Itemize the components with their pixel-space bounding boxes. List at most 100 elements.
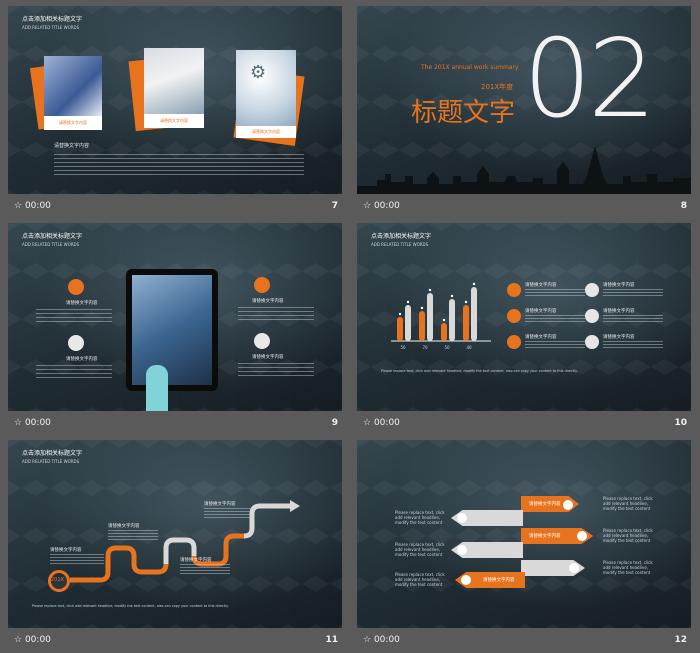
- item-label: 请替换文字内容: [603, 335, 635, 340]
- body-text: Please replace text, click add relevant …: [603, 528, 653, 543]
- slide-thumbnail-8[interactable]: The 201X annual work summary 201X年度 标题文字…: [357, 6, 691, 219]
- body-text-block: [525, 315, 585, 323]
- summary-text: The 201X annual work summary: [421, 64, 519, 71]
- body-text-block: [603, 315, 663, 323]
- chart-tick-label: 50: [400, 345, 406, 350]
- slide-canvas: 请替换文字内容 请替换文字内容 请替换文字内容 Please replace t…: [357, 440, 691, 628]
- card-label: 请替换文字内容: [236, 126, 296, 138]
- body-text-block: [603, 341, 663, 349]
- body-text-block: [525, 341, 585, 349]
- badge-icon: [457, 513, 467, 523]
- chart-tick-label: 40: [466, 345, 472, 350]
- body-text-block: [238, 363, 314, 377]
- body-text-block: [50, 554, 104, 566]
- slide-thumbnail-10[interactable]: 点击添加相关标题文字 ADD RELATED TITLE WORDS 50 70 50…: [357, 223, 691, 436]
- cup-icon: [585, 309, 599, 323]
- calendar-icon: [507, 309, 521, 323]
- photo-card-1: 请替换文字内容: [29, 56, 102, 136]
- card-label: 请替换文字内容: [44, 116, 102, 130]
- slide-number: 10: [674, 418, 687, 428]
- item-label: 请替换文字内容: [66, 357, 98, 362]
- play-icon: ☆: [363, 201, 372, 211]
- chart-tick-label: 70: [422, 345, 428, 350]
- body-text-block: [204, 508, 254, 520]
- slide-number: 11: [325, 635, 338, 645]
- clipboard-icon: [254, 333, 270, 349]
- slide-footer: ☆ 00:00 11: [8, 631, 342, 651]
- slide-number: 9: [331, 418, 338, 428]
- slide-canvas: 点击添加相关标题文字 ADD RELATED TITLE WORDS 201X 请…: [8, 440, 342, 628]
- chart-bar: [449, 299, 455, 341]
- body-text-block: [525, 289, 585, 297]
- phone-icon: [507, 283, 521, 297]
- chart-tick-label: 50: [444, 345, 450, 350]
- year-label: 201X: [51, 577, 64, 583]
- year-label: 201X年度: [481, 83, 514, 91]
- item-label: 请替换文字内容: [525, 335, 557, 340]
- chart-point: [464, 300, 468, 304]
- slide-number: 12: [674, 635, 687, 645]
- slide-thumbnail-9[interactable]: 点击添加相关标题文字 ADD RELATED TITLE WORDS 请替换文字内…: [8, 223, 342, 436]
- card-icon: [68, 279, 84, 295]
- timing: 00:00: [373, 635, 400, 645]
- business-photo: [132, 275, 212, 385]
- people-photo: [44, 56, 102, 116]
- item-label: 请替换文字内容: [252, 355, 284, 360]
- play-icon: ☆: [14, 418, 23, 428]
- photo-card-3: ⚙ 请替换文字内容: [230, 50, 305, 146]
- photo-card-2: 请替换文字内容: [128, 48, 208, 138]
- item-label: 请替换文字内容: [603, 309, 635, 314]
- chart-point: [472, 282, 476, 286]
- item-label: 请替换文字内容: [108, 524, 140, 529]
- item-label: 请替换文字内容: [204, 502, 236, 507]
- play-icon: ☆: [363, 418, 372, 428]
- slide-thumbnail-12[interactable]: 请替换文字内容 请替换文字内容 请替换文字内容 Please replace t…: [357, 440, 691, 653]
- item-label: 请替换文字内容: [66, 301, 98, 306]
- slide-number: 7: [331, 201, 338, 211]
- chart-bar: [471, 287, 477, 341]
- item-label: 请替换文字内容: [180, 558, 212, 563]
- play-icon: ☆: [14, 635, 23, 645]
- chart-bar: [463, 305, 469, 341]
- item-label: 请替换文字内容: [252, 299, 284, 304]
- abc-icon: [461, 575, 471, 585]
- slide-title: 点击添加相关标题文字 ADD RELATED TITLE WORDS: [22, 233, 83, 247]
- section-heading: 标题文字: [411, 98, 516, 128]
- play-icon: ☆: [363, 635, 372, 645]
- body-text-block: [36, 365, 112, 379]
- hand-icon: [146, 365, 168, 411]
- slide-footer: ☆ 00:00 9: [8, 414, 342, 434]
- timing: 00:00: [373, 418, 400, 428]
- body-text-block: [603, 289, 663, 297]
- slide-footer: ☆ 00:00 8: [357, 197, 691, 217]
- slide-title: 点击添加相关标题文字 ADD RELATED TITLE WORDS: [22, 16, 83, 30]
- slide-thumbnail-11[interactable]: 点击添加相关标题文字 ADD RELATED TITLE WORDS 201X 请…: [8, 440, 342, 653]
- slide-canvas: 点击添加相关标题文字 ADD RELATED TITLE WORDS 请替换文字内…: [8, 6, 342, 194]
- item-label: 请替换文字内容: [603, 283, 635, 288]
- chart-bar: [405, 305, 411, 341]
- chart-bar: [427, 293, 433, 341]
- chart-bar: [397, 317, 403, 341]
- plane-icon: [68, 335, 84, 351]
- chart-point: [442, 318, 446, 322]
- chart-point: [428, 288, 432, 292]
- body-text: Please replace text, click add relevant …: [395, 542, 445, 557]
- slide-canvas: 点击添加相关标题文字 ADD RELATED TITLE WORDS 请替换文字内…: [8, 223, 342, 411]
- item-label: 请替换文字内容: [50, 548, 82, 553]
- chart-point: [406, 300, 410, 304]
- slide-title: 点击添加相关标题文字 ADD RELATED TITLE WORDS: [371, 233, 432, 247]
- slide-thumbnail-7[interactable]: 点击添加相关标题文字 ADD RELATED TITLE WORDS 请替换文字内…: [8, 6, 342, 219]
- body-text: Please replace text, click add relevant …: [395, 572, 445, 587]
- chart-point: [398, 312, 402, 316]
- slide-canvas: The 201X annual work summary 201X年度 标题文字…: [357, 6, 691, 194]
- bar-chart: 50 70 50 40: [391, 282, 491, 350]
- body-text: Please replace text, click add relevant …: [603, 560, 653, 575]
- tv-icon: [577, 531, 587, 541]
- body-text: Please replace text, click add relevant …: [395, 510, 445, 525]
- graduation-icon: [457, 545, 467, 555]
- body-text-block: [108, 530, 158, 542]
- timing: 00:00: [24, 201, 51, 211]
- section-number: 02: [523, 17, 656, 142]
- chart-point: [420, 306, 424, 310]
- timeline-path: [70, 500, 300, 583]
